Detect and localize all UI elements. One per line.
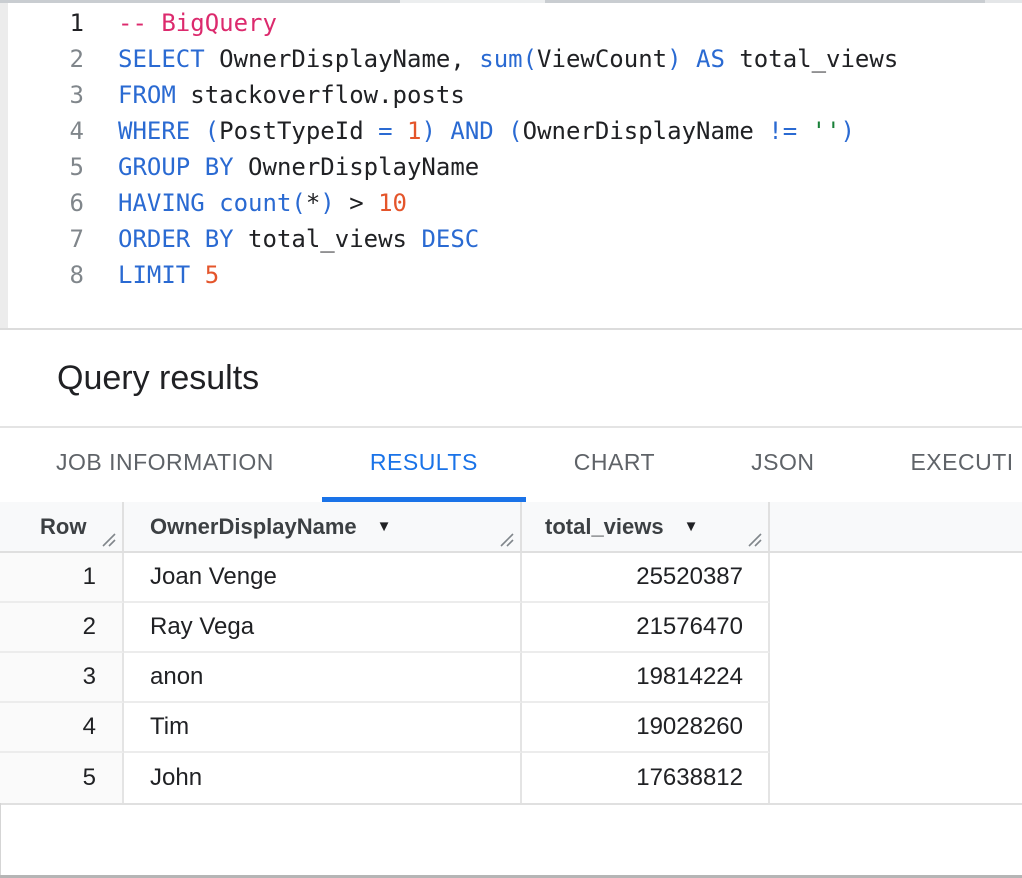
line-number: 5 <box>8 149 84 185</box>
line-number: 4 <box>8 113 84 149</box>
line-number: 6 <box>8 185 84 221</box>
tab-label: EXECUTI <box>910 449 1013 476</box>
total-views-cell: 21576470 <box>522 603 770 653</box>
bigquery-results-pane: 1-- BigQuery2SELECT OwnerDisplayName, su… <box>0 0 1022 805</box>
tab-executi[interactable]: EXECUTI <box>862 428 1022 502</box>
column-header-row[interactable]: Row <box>0 502 124 551</box>
code-line[interactable]: 7ORDER BY total_views DESC <box>8 221 1022 257</box>
empty-cell <box>770 753 1022 803</box>
table-row: 1Joan Venge25520387 <box>0 553 1022 603</box>
row-number-cell: 3 <box>0 653 124 703</box>
line-number: 8 <box>8 257 84 293</box>
query-results-title: Query results <box>57 359 259 398</box>
results-table: Row OwnerDisplayName ▼ total_views ▼ 1Joan V… <box>0 502 1022 805</box>
sort-dropdown-icon[interactable]: ▼ <box>377 518 392 535</box>
tab-json[interactable]: JSON <box>703 428 862 502</box>
code-text: LIMIT 5 <box>84 257 219 293</box>
code-text: WHERE (PostTypeId = 1) AND (OwnerDisplay… <box>84 113 855 149</box>
tab-label: JOB INFORMATION <box>56 449 274 476</box>
owner-display-name-cell: Ray Vega <box>124 603 522 653</box>
column-header-total_views[interactable]: total_views ▼ <box>522 502 770 551</box>
column-resize-grip-icon[interactable] <box>497 530 515 548</box>
table-body: 1Joan Venge255203872Ray Vega215764703ano… <box>0 553 1022 805</box>
row-number-cell: 5 <box>0 753 124 803</box>
editor-top-scrollbar[interactable] <box>0 0 1022 3</box>
total-views-cell: 19814224 <box>522 653 770 703</box>
tab-label: CHART <box>574 449 655 476</box>
code-line[interactable]: 8LIMIT 5 <box>8 257 1022 293</box>
query-results-header: Query results <box>0 330 1022 428</box>
table-row: 4Tim19028260 <box>0 703 1022 753</box>
total-views-cell: 19028260 <box>522 703 770 753</box>
column-header-empty <box>770 502 1022 551</box>
row-number-cell: 2 <box>0 603 124 653</box>
owner-display-name-cell: Joan Venge <box>124 553 522 603</box>
editor-left-gutter-strip <box>0 3 8 328</box>
code-text: HAVING count(*) > 10 <box>84 185 407 221</box>
owner-display-name-cell: Tim <box>124 703 522 753</box>
row-number-cell: 4 <box>0 703 124 753</box>
column-header-ownerdisplayname[interactable]: OwnerDisplayName ▼ <box>124 502 522 551</box>
line-number: 7 <box>8 221 84 257</box>
code-text: SELECT OwnerDisplayName, sum(ViewCount) … <box>84 41 898 77</box>
owner-display-name-cell: anon <box>124 653 522 703</box>
tab-results[interactable]: RESULTS <box>322 428 526 502</box>
tab-label: JSON <box>751 449 814 476</box>
column-header-label: OwnerDisplayName <box>150 514 357 540</box>
code-line[interactable]: 2SELECT OwnerDisplayName, sum(ViewCount)… <box>8 41 1022 77</box>
total-views-cell: 25520387 <box>522 553 770 603</box>
empty-cell <box>770 703 1022 753</box>
code-text: ORDER BY total_views DESC <box>84 221 479 257</box>
table-header-row: Row OwnerDisplayName ▼ total_views ▼ <box>0 502 1022 553</box>
line-number: 3 <box>8 77 84 113</box>
code-text: GROUP BY OwnerDisplayName <box>84 149 479 185</box>
tab-label: RESULTS <box>370 449 478 476</box>
code-text: FROM stackoverflow.posts <box>84 77 465 113</box>
column-resize-grip-icon[interactable] <box>745 530 763 548</box>
code-text: -- BigQuery <box>84 5 277 41</box>
total-views-cell: 17638812 <box>522 753 770 803</box>
scrollbar-thumb[interactable] <box>400 0 545 3</box>
scrollbar-segment <box>985 0 1022 3</box>
table-row: 5John17638812 <box>0 753 1022 803</box>
table-row: 2Ray Vega21576470 <box>0 603 1022 653</box>
column-resize-grip-icon[interactable] <box>99 530 117 548</box>
results-tabbar: JOB INFORMATION RESULTS CHART JSON EXECUTI <box>0 428 1022 502</box>
column-header-label: total_views <box>545 514 664 540</box>
code-line[interactable]: 6HAVING count(*) > 10 <box>8 185 1022 221</box>
code-line[interactable]: 1-- BigQuery <box>8 5 1022 41</box>
panel-left-border <box>0 803 1 875</box>
sort-dropdown-icon[interactable]: ▼ <box>684 518 699 535</box>
code-line[interactable]: 4WHERE (PostTypeId = 1) AND (OwnerDispla… <box>8 113 1022 149</box>
empty-cell <box>770 553 1022 603</box>
tab-job-information[interactable]: JOB INFORMATION <box>8 428 322 502</box>
empty-cell <box>770 603 1022 653</box>
line-number: 2 <box>8 41 84 77</box>
owner-display-name-cell: John <box>124 753 522 803</box>
code-line[interactable]: 3FROM stackoverflow.posts <box>8 77 1022 113</box>
row-number-cell: 1 <box>0 553 124 603</box>
sql-editor[interactable]: 1-- BigQuery2SELECT OwnerDisplayName, su… <box>0 0 1022 330</box>
column-header-label: Row <box>40 514 86 540</box>
empty-cell <box>770 653 1022 703</box>
table-row: 3anon19814224 <box>0 653 1022 703</box>
tab-chart[interactable]: CHART <box>526 428 703 502</box>
code-line[interactable]: 5GROUP BY OwnerDisplayName <box>8 149 1022 185</box>
line-number: 1 <box>8 5 84 41</box>
code-lines[interactable]: 1-- BigQuery2SELECT OwnerDisplayName, su… <box>0 5 1022 293</box>
